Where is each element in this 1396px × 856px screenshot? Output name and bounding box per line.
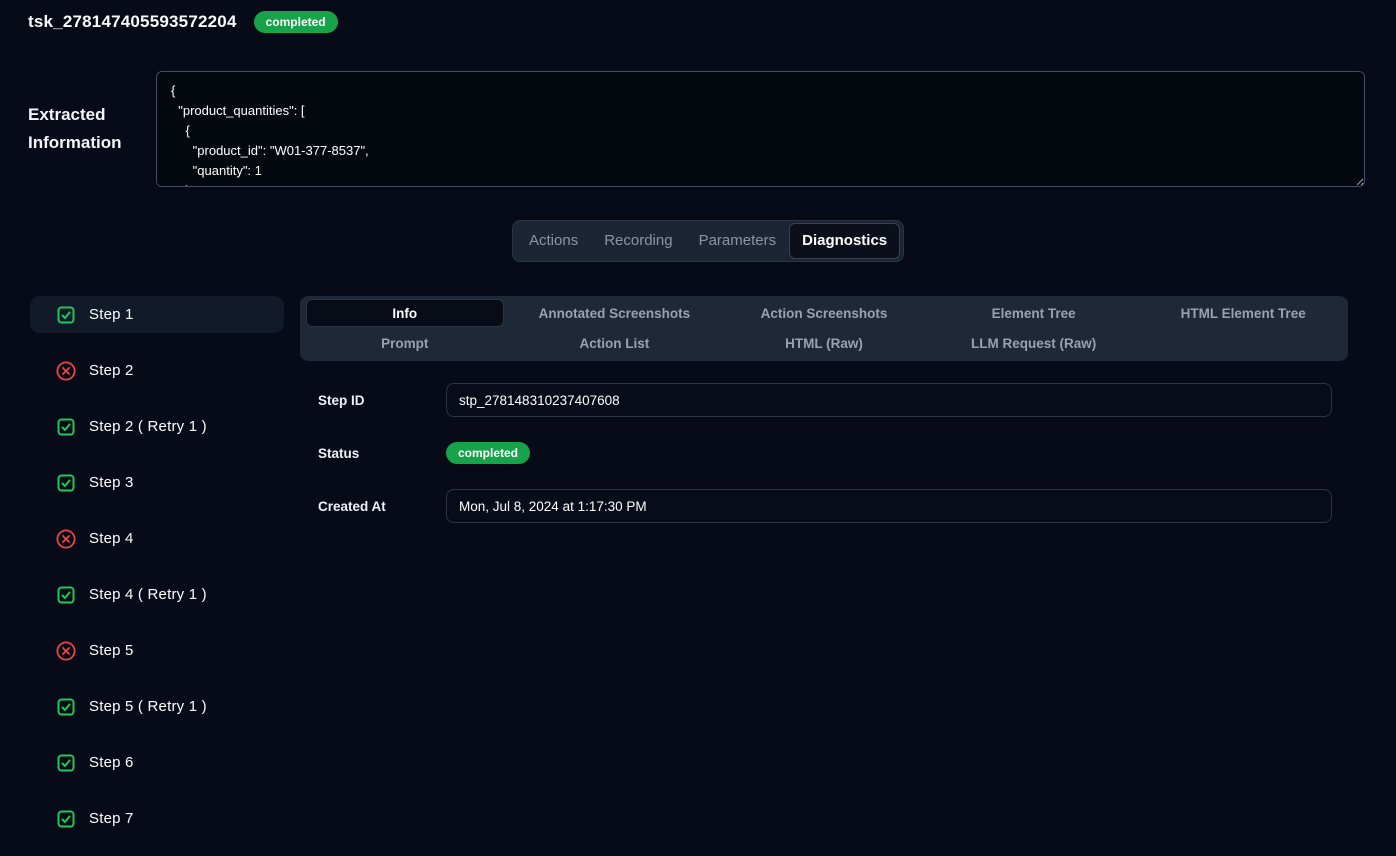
subtab-html-raw[interactable]: HTML (Raw) [725,329,923,357]
tab-parameters[interactable]: Parameters [686,223,790,259]
step-label: Step 4 [89,530,134,547]
tab-recording[interactable]: Recording [591,223,685,259]
x-circle-icon [56,641,76,661]
check-square-icon [56,417,76,437]
step-item-5[interactable]: Step 4 [30,520,284,557]
check-square-icon [56,697,76,717]
step-label: Step 1 [89,306,134,323]
step-label: Step 2 [89,362,134,379]
step-id-label: Step ID [318,393,365,408]
step-item-6[interactable]: Step 4 ( Retry 1 ) [30,576,284,613]
step-item-4[interactable]: Step 3 [30,464,284,501]
step-label: Step 5 [89,642,134,659]
check-square-icon [56,305,76,325]
step-item-2[interactable]: Step 2 [30,352,284,389]
step-label: Step 4 ( Retry 1 ) [89,586,207,603]
x-circle-icon [56,529,76,549]
step-item-7[interactable]: Step 5 [30,632,284,669]
step-item-10[interactable]: Step 7 [30,800,284,837]
step-item-8[interactable]: Step 5 ( Retry 1 ) [30,688,284,725]
step-label: Step 5 ( Retry 1 ) [89,698,207,715]
check-square-icon [56,585,76,605]
page-title: tsk_278147405593572204 [28,12,237,32]
step-item-9[interactable]: Step 6 [30,744,284,781]
tab-actions[interactable]: Actions [516,223,591,259]
step-label: Step 6 [89,754,134,771]
step-item-3[interactable]: Step 2 ( Retry 1 ) [30,408,284,445]
tab-diagnostics[interactable]: Diagnostics [789,223,900,259]
subtab-prompt[interactable]: Prompt [306,329,504,357]
subtab-annotated-screenshots[interactable]: Annotated Screenshots [516,299,714,327]
created-at-input[interactable] [446,489,1332,523]
subtab-action-screenshots[interactable]: Action Screenshots [725,299,923,327]
check-square-icon [56,473,76,493]
step-label: Step 7 [89,810,134,827]
step-label: Step 2 ( Retry 1 ) [89,418,207,435]
main-tab-bar: Actions Recording Parameters Diagnostics [512,220,904,262]
step-id-input[interactable] [446,383,1332,417]
extracted-information-textarea[interactable]: { "product_quantities": [ { "product_id"… [156,71,1365,187]
step-status-badge: completed [446,442,530,464]
step-item-1[interactable]: Step 1 [30,296,284,333]
diagnostics-subtab-bar: Info Annotated Screenshots Action Screen… [300,296,1348,361]
subtab-llm-request-raw[interactable]: LLM Request (Raw) [935,329,1133,357]
status-badge-wrap: completed [446,442,530,464]
subtab-element-tree[interactable]: Element Tree [935,299,1133,327]
extracted-information-label: Extracted Information [28,101,148,157]
step-label: Step 3 [89,474,134,491]
subtab-info[interactable]: Info [306,299,504,327]
status-label: Status [318,446,359,461]
check-square-icon [56,753,76,773]
subtab-action-list[interactable]: Action List [516,329,714,357]
x-circle-icon [56,361,76,381]
created-at-label: Created At [318,499,386,514]
steps-sidebar: Step 1 Step 2 Step 2 ( Retry 1 ) Step 3 … [30,296,284,856]
subtab-html-element-tree[interactable]: HTML Element Tree [1144,299,1342,327]
task-status-badge: completed [254,11,338,33]
header: tsk_278147405593572204 completed [28,11,338,33]
